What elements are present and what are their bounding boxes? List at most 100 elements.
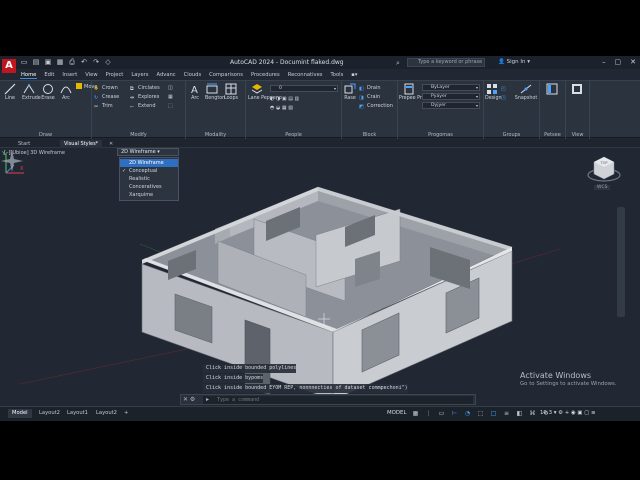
- layout-tab-layout1[interactable]: Layout1: [63, 409, 92, 418]
- hardware-acceleration-icon[interactable]: ▣: [577, 410, 582, 416]
- osnap-icon[interactable]: □: [490, 410, 497, 417]
- lineweight-icon[interactable]: ≡: [503, 410, 510, 417]
- tab-home[interactable]: Home: [20, 71, 38, 79]
- undo-icon[interactable]: ↶: [80, 59, 88, 66]
- navigation-bar[interactable]: [617, 207, 625, 317]
- file-tab-visual-styles[interactable]: Visual Styles*: [60, 140, 103, 148]
- drain-button[interactable]: ◧ Drain: [359, 84, 381, 92]
- modify-more-icon[interactable]: ◫: [168, 84, 173, 92]
- array-icon[interactable]: ▦: [168, 93, 173, 101]
- insert-block-button[interactable]: Rase: [343, 83, 357, 101]
- extend-button[interactable]: ⌐ Extend: [130, 102, 156, 110]
- transparency-icon[interactable]: ◧: [516, 410, 523, 417]
- tab-layers[interactable]: Layers: [130, 71, 149, 79]
- visual-style-dropdown[interactable]: 2D Wireframe ▾: [117, 148, 179, 156]
- annotation-icon[interactable]: ⌘: [529, 410, 536, 417]
- plot-icon[interactable]: ⎙: [68, 59, 76, 66]
- layout-tab-model[interactable]: Model: [8, 409, 32, 418]
- panel-draw: Line Extrude Erase Arc Move Draw: [0, 81, 97, 139]
- tab-edit[interactable]: Edit: [43, 71, 55, 79]
- crease-button[interactable]: ↻ Crease: [94, 93, 119, 101]
- workspace-gear-icon[interactable]: ⚙: [558, 410, 563, 416]
- layer-tools-icons[interactable]: ◐ ◑ ▣ ▤ ▥: [270, 95, 299, 103]
- close-icon[interactable]: ✕: [630, 58, 636, 66]
- open-folder-icon[interactable]: ▤: [32, 59, 40, 66]
- customize-icon[interactable]: ≡: [591, 410, 596, 416]
- model-space-button[interactable]: MODEL: [387, 410, 406, 416]
- linetype-dropdown[interactable]: Pyayer: [422, 93, 480, 100]
- grid-icon[interactable]: ▦: [412, 410, 419, 417]
- crain-button[interactable]: ◨ Crain: [359, 93, 380, 101]
- infer-icon[interactable]: ▭: [438, 410, 445, 417]
- maximize-icon[interactable]: ▢: [615, 58, 622, 66]
- visual-style-option-xarquime[interactable]: Xarquime: [120, 191, 178, 199]
- tab-reconnatives[interactable]: Reconnatives: [287, 71, 324, 79]
- polar-icon[interactable]: ◔: [464, 410, 471, 417]
- match-properties-button[interactable]: Prepee Projects: [399, 83, 436, 101]
- layer-dropdown[interactable]: 0: [270, 85, 338, 92]
- clean-screen-icon[interactable]: ▢: [584, 410, 589, 416]
- viewcube[interactable]: TOP WCS: [586, 151, 622, 191]
- explores-button[interactable]: ⇹ Explores: [130, 93, 159, 101]
- redo-icon[interactable]: ↷: [92, 59, 100, 66]
- layout-tab-layout2-b[interactable]: Layout2: [92, 409, 121, 418]
- layer-properties-button[interactable]: Lane Peppeno: [248, 83, 282, 101]
- isodraft-icon[interactable]: ⬚: [477, 410, 484, 417]
- extrude-button[interactable]: Extrude: [22, 83, 41, 101]
- tab-view[interactable]: View: [84, 71, 98, 79]
- tab-insert[interactable]: Insert: [61, 71, 78, 79]
- line-button[interactable]: Line: [3, 83, 17, 101]
- group-tool-2[interactable]: ◳: [501, 93, 509, 101]
- crown-button[interactable]: ✥ Crown: [94, 84, 118, 92]
- annotation-scale[interactable]: 10.3 ▾ ⚙ + ◉ ▣ ▢ ≡: [540, 410, 596, 416]
- visual-style-option-conceptual[interactable]: ✓ Conceptual: [120, 167, 178, 175]
- close-tab-icon[interactable]: ✕: [105, 140, 117, 148]
- drawing-viewport[interactable]: [–][Ubioe] 3D Wireframe TOP WCS X Y Clic…: [0, 149, 640, 406]
- app-logo[interactable]: A: [2, 59, 16, 73]
- arc-button[interactable]: Arc: [59, 83, 73, 101]
- save-as-icon[interactable]: ▦: [56, 59, 64, 66]
- lineweight-dropdown[interactable]: Dyjyer: [422, 102, 480, 109]
- layout-tab-layout2[interactable]: Layout2: [35, 409, 64, 418]
- tab-advanc[interactable]: Advanc: [156, 71, 177, 79]
- tab-project[interactable]: Project: [105, 71, 125, 79]
- close-command-line-icon[interactable]: ✕ ⚙: [183, 396, 195, 403]
- new-file-icon[interactable]: ▭: [20, 59, 28, 66]
- tab-comparisons[interactable]: Comparisons: [208, 71, 244, 79]
- visual-style-option-realistic[interactable]: Realistic: [120, 175, 178, 183]
- command-input[interactable]: [203, 396, 473, 404]
- correction-button[interactable]: ◩ Correction: [359, 102, 393, 110]
- design-button[interactable]: Design: [485, 83, 502, 101]
- group-tool-1[interactable]: ◰: [501, 84, 509, 92]
- palettes-button[interactable]: [545, 83, 559, 95]
- file-tab-start[interactable]: Start: [14, 140, 34, 148]
- view-button[interactable]: [570, 83, 584, 95]
- erase-button[interactable]: Erase: [41, 83, 55, 101]
- layer-tools-icons-2[interactable]: ◓ ◒ ▦ ▧: [270, 104, 293, 112]
- svg-text:A: A: [191, 85, 198, 95]
- add-layout-icon[interactable]: +: [120, 409, 132, 418]
- snap-icon[interactable]: ⋮: [425, 410, 432, 417]
- tab-more-icon[interactable]: ▪▾: [350, 71, 358, 79]
- tab-clouds[interactable]: Clouds: [183, 71, 203, 79]
- sign-in-button[interactable]: 👤 Sign In ▾: [498, 59, 530, 65]
- loops-button[interactable]: Loops: [224, 83, 238, 101]
- scale-icon[interactable]: ⬚: [168, 102, 173, 110]
- tab-tools[interactable]: Tools: [330, 71, 345, 79]
- share-icon[interactable]: ◇: [104, 59, 112, 66]
- annotation-arc-button[interactable]: A Arc: [188, 83, 202, 101]
- ortho-icon[interactable]: ⊢: [451, 410, 458, 417]
- save-icon[interactable]: ▣: [44, 59, 52, 66]
- visual-style-option-2d-wireframe[interactable]: 2D Wireframe: [120, 159, 178, 167]
- wcs-menu[interactable]: WCS: [594, 185, 611, 190]
- visual-style-option-conceratives[interactable]: Conceratives: [120, 183, 178, 191]
- color-dropdown[interactable]: ByLayer: [422, 84, 480, 91]
- minimize-icon[interactable]: –: [602, 58, 606, 66]
- circlates-button[interactable]: ⧉ Circlates: [130, 84, 160, 92]
- isolate-icon[interactable]: ◉: [571, 410, 576, 416]
- bengton-button[interactable]: Bengton: [205, 83, 225, 101]
- tab-procedures[interactable]: Procedures: [250, 71, 281, 79]
- search-box[interactable]: Type a keyword or phrase: [407, 58, 485, 67]
- snapshot-button[interactable]: Snapshot: [514, 83, 538, 101]
- trim-button[interactable]: ✂ Trim: [94, 102, 113, 110]
